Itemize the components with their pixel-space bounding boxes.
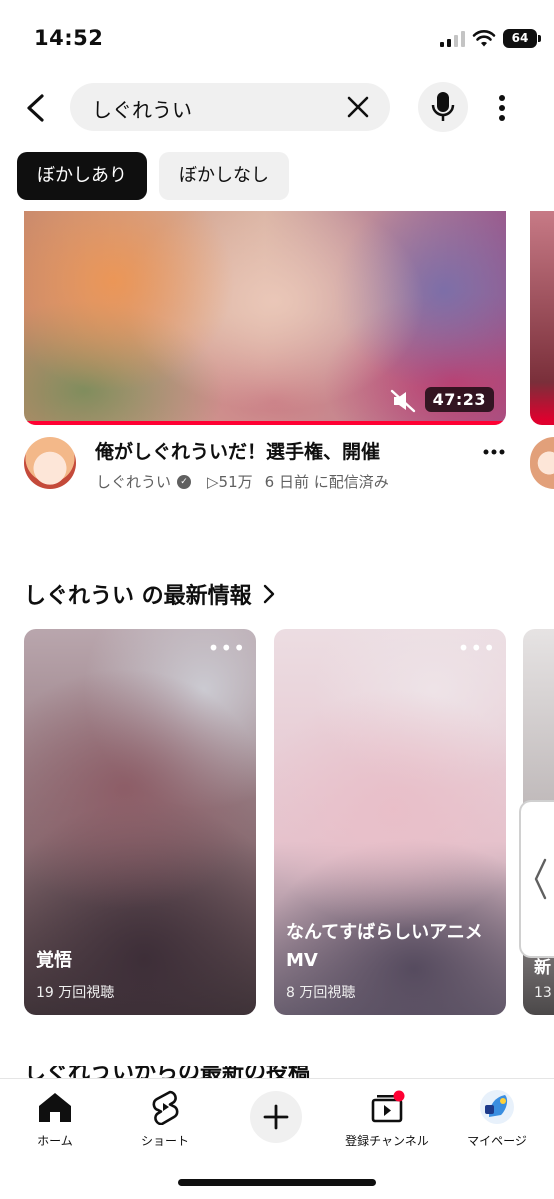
- search-header: しぐれうい: [0, 80, 554, 136]
- short-views: 8 万回視聴: [286, 985, 356, 1001]
- profile-avatar-icon: [480, 1090, 514, 1124]
- back-button[interactable]: [18, 88, 52, 128]
- nav-shorts-label: ショート: [140, 1134, 189, 1148]
- video-duration: 47:23: [424, 387, 494, 412]
- search-input[interactable]: しぐれうい: [70, 83, 390, 131]
- short-views: 13: [534, 985, 552, 1001]
- short-more-icon[interactable]: •••: [458, 638, 496, 658]
- nav-you-label: マイページ: [467, 1134, 527, 1148]
- nav-shorts[interactable]: ショート: [110, 1087, 220, 1149]
- short-title: 覚悟: [36, 950, 72, 971]
- channel-avatar-peek: [530, 437, 554, 489]
- video-meta: しぐれうい ✓ ▷51万 6 日前 に配信済み: [96, 471, 389, 492]
- more-options-button[interactable]: [488, 88, 516, 128]
- short-views: 19 万回視聴: [36, 985, 115, 1001]
- chevron-right-icon: [263, 584, 274, 604]
- view-count: ▷51万: [207, 473, 253, 491]
- latest-section-header[interactable]: しぐれうい の最新情報: [24, 578, 276, 610]
- wifi-icon: [472, 30, 496, 47]
- latest-section-title: しぐれうい の最新情報: [24, 584, 252, 609]
- channel-name[interactable]: しぐれうい: [96, 471, 171, 492]
- upload-age: 6 日前 に配信済み: [264, 473, 389, 491]
- subscriptions-icon: [371, 1090, 405, 1123]
- channel-avatar[interactable]: [24, 437, 76, 489]
- short-title: なんてすばらしいアニメ MV: [286, 922, 483, 971]
- back-arrow-icon: [27, 94, 44, 122]
- video-thumbnail[interactable]: 47:23: [24, 211, 506, 425]
- battery-indicator: 64: [503, 29, 541, 48]
- video-title[interactable]: 俺がしぐれういだ！選手権、開催: [95, 437, 475, 464]
- nav-subscriptions[interactable]: 登録チャンネル: [332, 1087, 442, 1149]
- chip-blur-on[interactable]: ぼかしあり: [17, 152, 147, 200]
- status-time: 14:52: [34, 26, 104, 50]
- close-icon: [347, 96, 369, 118]
- search-query-text: しぐれうい: [92, 98, 192, 122]
- muted-icon: [390, 389, 416, 413]
- microphone-icon: [431, 92, 455, 121]
- home-icon: [39, 1093, 71, 1122]
- nav-you[interactable]: マイページ: [442, 1087, 552, 1149]
- vertical-dots-icon: [499, 95, 505, 121]
- filter-chips: ぼかしあり ぼかしなし: [17, 152, 289, 200]
- status-bar: 14:52 64: [0, 0, 554, 80]
- nav-subscriptions-label: 登録チャンネル: [345, 1134, 429, 1148]
- cellular-signal-icon: [440, 31, 465, 47]
- clear-search-button[interactable]: [344, 93, 372, 121]
- short-more-icon[interactable]: •••: [208, 638, 246, 658]
- voice-search-button[interactable]: [418, 82, 468, 132]
- plus-icon: [263, 1104, 289, 1130]
- next-video-thumbnail-peek[interactable]: [530, 211, 554, 425]
- verified-badge-icon: ✓: [177, 474, 192, 489]
- shorts-icon: [152, 1090, 179, 1125]
- short-card[interactable]: ••• なんてすばらしいアニメ MV 8 万回視聴: [274, 629, 506, 1015]
- nav-home[interactable]: ホーム: [0, 1087, 110, 1149]
- watch-progress-bar: [24, 421, 506, 425]
- short-card[interactable]: ••• 覚悟 19 万回視聴: [24, 629, 256, 1015]
- home-indicator: [178, 1179, 376, 1186]
- side-panel-handle[interactable]: [519, 800, 554, 958]
- nav-home-label: ホーム: [37, 1134, 73, 1148]
- video-more-icon[interactable]: [482, 440, 506, 464]
- chip-blur-off[interactable]: ぼかしなし: [159, 152, 289, 200]
- chevron-left-icon: [534, 858, 547, 900]
- create-button[interactable]: [250, 1091, 302, 1143]
